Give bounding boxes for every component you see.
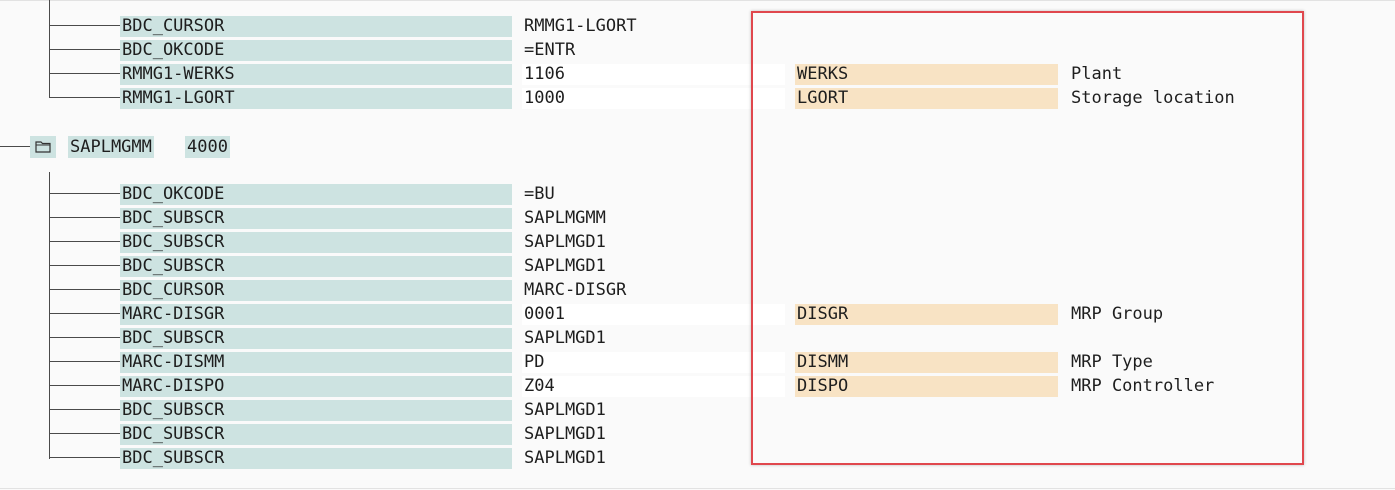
field-name: BDC_SUBSCR — [120, 232, 512, 253]
field-name: MARC-DISGR — [120, 304, 512, 325]
tree-branch-line — [49, 457, 120, 458]
screen-node[interactable]: SAPLMGMM 4000 — [0, 134, 260, 160]
tree-branch-line — [49, 361, 120, 362]
field-value[interactable]: Z04 — [522, 376, 785, 397]
tree-branch-line — [49, 337, 120, 338]
top-divider — [0, 0, 1395, 1]
tree-branch-line — [49, 289, 120, 290]
field-name: BDC_OKCODE — [120, 184, 512, 205]
field-value[interactable]: SAPLMGD1 — [522, 256, 785, 277]
tree-branch-line — [49, 313, 120, 314]
tree-branch-line — [49, 217, 120, 218]
field-name: BDC_CURSOR — [120, 16, 512, 37]
field-name: BDC_SUBSCR — [120, 448, 512, 469]
tree-branch-line — [49, 49, 120, 50]
tree-branch-line — [49, 97, 120, 98]
field-value[interactable]: =BU — [522, 184, 785, 205]
field-name: BDC_SUBSCR — [120, 256, 512, 277]
field-value[interactable]: 0001 — [522, 304, 785, 325]
highlight-annotation-box — [751, 11, 1304, 465]
field-name: RMMG1-WERKS — [120, 64, 512, 85]
tree-branch-line — [49, 25, 120, 26]
field-name: BDC_SUBSCR — [120, 424, 512, 445]
field-name: MARC-DISPO — [120, 376, 512, 397]
tree-branch-line — [49, 265, 120, 266]
tree-branch-line — [49, 193, 120, 194]
tree-branch-line — [49, 385, 120, 386]
field-value[interactable]: =ENTR — [522, 40, 785, 61]
field-name: RMMG1-LGORT — [120, 88, 512, 109]
tree-branch-line — [49, 409, 120, 410]
screen-number: 4000 — [185, 136, 230, 158]
bottom-divider — [0, 488, 1395, 489]
field-name: BDC_SUBSCR — [120, 328, 512, 349]
tree-branch-line — [49, 241, 120, 242]
field-name: MARC-DISMM — [120, 352, 512, 373]
tree-branch-line — [49, 433, 120, 434]
tree-branch-line — [49, 73, 120, 74]
field-value[interactable]: SAPLMGD1 — [522, 232, 785, 253]
field-value[interactable]: RMMG1-LGORT — [522, 16, 785, 37]
field-name: BDC_OKCODE — [120, 40, 512, 61]
field-name: BDC_SUBSCR — [120, 400, 512, 421]
field-value[interactable]: SAPLMGD1 — [522, 400, 785, 421]
field-value[interactable]: PD — [522, 352, 785, 373]
field-value[interactable]: SAPLMGD1 — [522, 424, 785, 445]
field-name: BDC_CURSOR — [120, 280, 512, 301]
field-value[interactable]: SAPLMGMM — [522, 208, 785, 229]
field-value[interactable]: 1106 — [522, 64, 785, 85]
field-name: BDC_SUBSCR — [120, 208, 512, 229]
field-value[interactable]: SAPLMGD1 — [522, 328, 785, 349]
folder-icon[interactable] — [30, 136, 56, 158]
field-value[interactable]: 1000 — [522, 88, 785, 109]
field-value[interactable]: MARC-DISGR — [522, 280, 785, 301]
screen-program: SAPLMGMM — [68, 136, 154, 158]
field-value[interactable]: SAPLMGD1 — [522, 448, 785, 469]
